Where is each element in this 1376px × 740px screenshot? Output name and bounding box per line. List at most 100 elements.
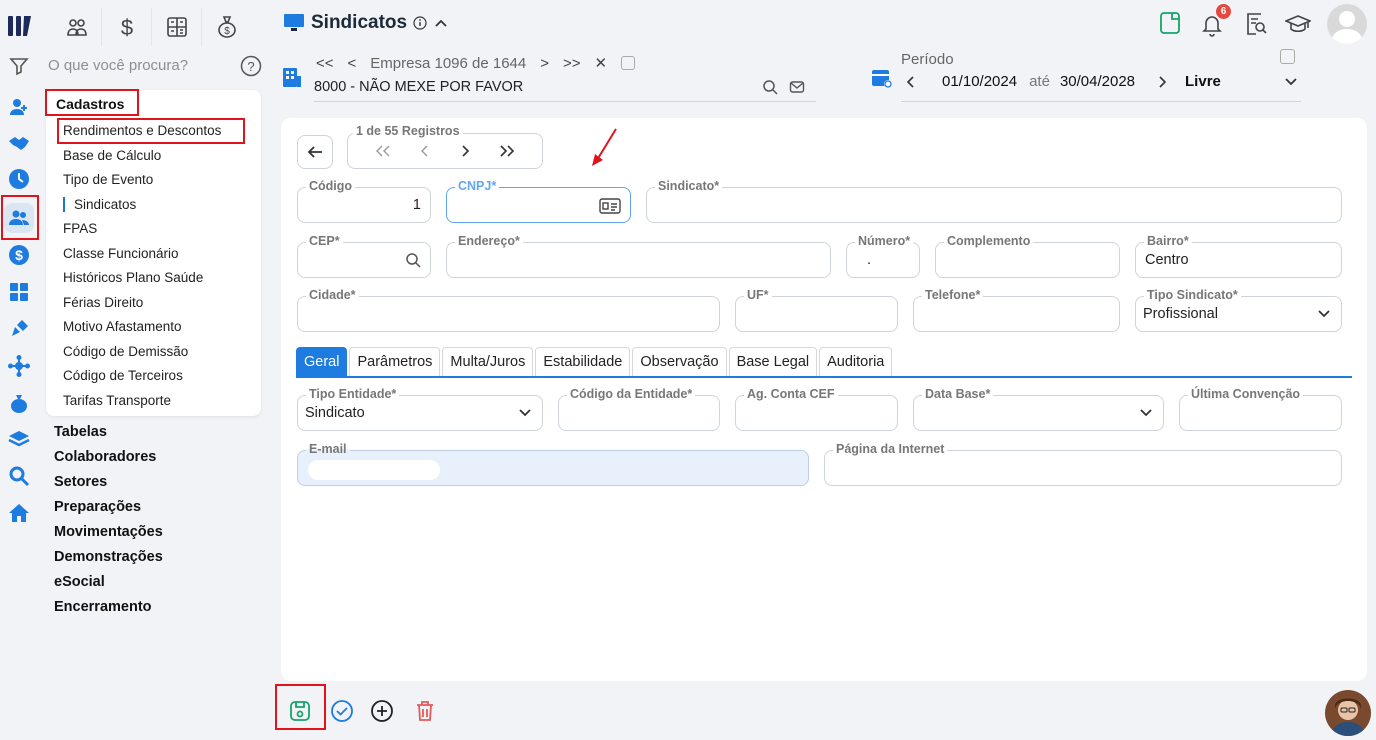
company-clear-button[interactable]: ✕ (595, 54, 608, 72)
uf-field[interactable]: UF* (735, 288, 898, 332)
telefone-field[interactable]: Telefone* (913, 288, 1120, 332)
tab-base-legal[interactable]: Base Legal (728, 347, 818, 376)
money-bag-outline-icon[interactable]: $ (202, 8, 252, 46)
handshake-icon[interactable] (6, 130, 32, 156)
menu-group-demonstracoes[interactable]: Demonstrações (54, 549, 163, 565)
period-end[interactable]: 30/04/2028 (1060, 73, 1135, 90)
codigo-entidade-field[interactable]: Código da Entidade* (558, 387, 720, 431)
add-button[interactable] (370, 699, 394, 723)
user-avatar[interactable] (1327, 4, 1367, 44)
people-add-icon[interactable] (6, 94, 32, 120)
last-record-icon[interactable] (498, 145, 516, 157)
endereco-field[interactable]: Endereço* (446, 234, 831, 278)
submenu-item-motivo-afastamento[interactable]: Motivo Afastamento (63, 319, 182, 334)
network-icon[interactable] (6, 353, 32, 379)
pagina-internet-field[interactable]: Página da Internet (824, 442, 1342, 486)
search-icon[interactable] (6, 463, 32, 489)
period-next-icon[interactable] (1155, 75, 1169, 89)
app-logo-icon[interactable] (6, 12, 34, 40)
period-start[interactable]: 01/10/2024 (942, 73, 1017, 90)
people-icon[interactable] (52, 8, 102, 46)
submenu-item-tipo-evento[interactable]: Tipo de Evento (63, 172, 153, 187)
info-icon[interactable] (413, 16, 427, 30)
cep-search-icon[interactable] (405, 252, 421, 268)
assistant-avatar[interactable] (1325, 690, 1371, 736)
tab-estabilidade[interactable]: Estabilidade (535, 347, 631, 376)
help-icon[interactable]: ? (240, 55, 262, 77)
company-last-button[interactable]: >> (563, 55, 581, 72)
dollar-coin-icon[interactable]: $ (6, 242, 32, 268)
clock-icon[interactable] (6, 166, 32, 192)
company-next-button[interactable]: > (540, 55, 549, 72)
submenu-item-tarifas-transporte[interactable]: Tarifas Transporte (63, 393, 171, 408)
global-search-input[interactable]: O que você procura? (48, 57, 188, 74)
cidade-field[interactable]: Cidade* (297, 288, 720, 332)
period-prev-icon[interactable] (904, 75, 918, 89)
next-record-icon[interactable] (459, 145, 471, 157)
id-card-icon[interactable] (599, 197, 621, 215)
submenu-item-codigo-terceiros[interactable]: Código de Terceiros (63, 368, 183, 383)
submenu-item-ferias-direito[interactable]: Férias Direito (63, 295, 143, 310)
back-button[interactable] (297, 135, 333, 169)
tipo-entidade-select[interactable]: Tipo Entidade* Sindicato (297, 387, 543, 431)
home-icon[interactable] (6, 500, 32, 526)
sindicato-field[interactable]: Sindicato* (646, 179, 1342, 223)
ag-conta-cef-field[interactable]: Ag. Conta CEF (735, 387, 898, 431)
submenu-item-base-calculo[interactable]: Base de Cálculo (63, 148, 161, 163)
tab-parametros[interactable]: Parâmetros (349, 347, 441, 376)
mail-icon[interactable] (789, 79, 805, 95)
calculator-outline-icon[interactable] (152, 8, 202, 46)
bairro-field[interactable]: Bairro* Centro (1135, 234, 1342, 278)
company-first-button[interactable]: << (316, 55, 334, 72)
chevron-down-icon[interactable] (1283, 76, 1299, 88)
ultima-convencao-field[interactable]: Última Convenção (1179, 387, 1342, 431)
pen-tool-icon[interactable] (6, 316, 32, 342)
cep-field[interactable]: CEP* (297, 234, 431, 278)
email-field[interactable]: E-mail (297, 442, 809, 486)
delete-button[interactable] (413, 699, 437, 723)
filter-icon[interactable] (9, 56, 29, 76)
tab-geral[interactable]: Geral (296, 347, 348, 376)
dollar-icon[interactable]: $ (102, 8, 152, 46)
numero-field[interactable]: Número* . (846, 234, 920, 278)
graduation-cap-icon[interactable] (1285, 13, 1311, 35)
company-checkbox[interactable] (621, 56, 636, 70)
calculator-icon[interactable] (6, 279, 32, 305)
menu-group-tabelas[interactable]: Tabelas (54, 424, 107, 440)
search-document-icon[interactable] (1245, 12, 1267, 36)
company-name[interactable]: 8000 - NÃO MEXE POR FAVOR (314, 79, 523, 95)
menu-group-movimentacoes[interactable]: Movimentações (54, 524, 163, 540)
chevron-up-icon[interactable] (433, 17, 449, 29)
company-search-icon[interactable] (762, 79, 778, 95)
confirm-button[interactable] (330, 699, 354, 723)
data-base-select[interactable]: Data Base* (913, 387, 1164, 431)
prev-record-icon[interactable] (419, 145, 431, 157)
notifications-button[interactable]: 6 (1200, 4, 1231, 38)
submenu-item-classe-funcionario[interactable]: Classe Funcionário (63, 246, 179, 261)
money-bag-icon[interactable] (6, 390, 32, 416)
codigo-field[interactable]: Código 1 (297, 179, 431, 223)
menu-group-colaboradores[interactable]: Colaboradores (54, 449, 156, 465)
submenu-item-codigo-demissao[interactable]: Código de Demissão (63, 344, 188, 359)
first-record-icon[interactable] (374, 145, 392, 157)
submenu-item-historicos-plano[interactable]: Históricos Plano Saúde (63, 270, 203, 285)
menu-group-encerramento[interactable]: Encerramento (54, 599, 152, 615)
tipo-sindicato-select[interactable]: Tipo Sindicato* Profissional (1135, 288, 1342, 332)
company-prev-button[interactable]: < (348, 55, 357, 72)
submenu-item-sindicatos[interactable]: Sindicatos (63, 197, 136, 212)
period-mode[interactable]: Livre (1185, 73, 1221, 90)
menu-group-esocial[interactable]: eSocial (54, 574, 105, 590)
tab-multa-juros[interactable]: Multa/Juros (442, 347, 534, 376)
layers-icon[interactable] (6, 426, 32, 452)
save-button[interactable] (288, 699, 312, 723)
tab-observacao[interactable]: Observação (632, 347, 727, 376)
cnpj-field[interactable]: CNPJ* (446, 179, 631, 223)
notes-icon[interactable] (1158, 10, 1182, 36)
period-checkbox[interactable] (1280, 49, 1295, 64)
tab-auditoria[interactable]: Auditoria (819, 347, 893, 376)
menu-group-setores[interactable]: Setores (54, 474, 107, 490)
submenu-item-fpas[interactable]: FPAS (63, 221, 97, 236)
menu-group-preparacoes[interactable]: Preparações (54, 499, 141, 515)
period-label: Período (901, 51, 954, 68)
complemento-field[interactable]: Complemento (935, 234, 1120, 278)
